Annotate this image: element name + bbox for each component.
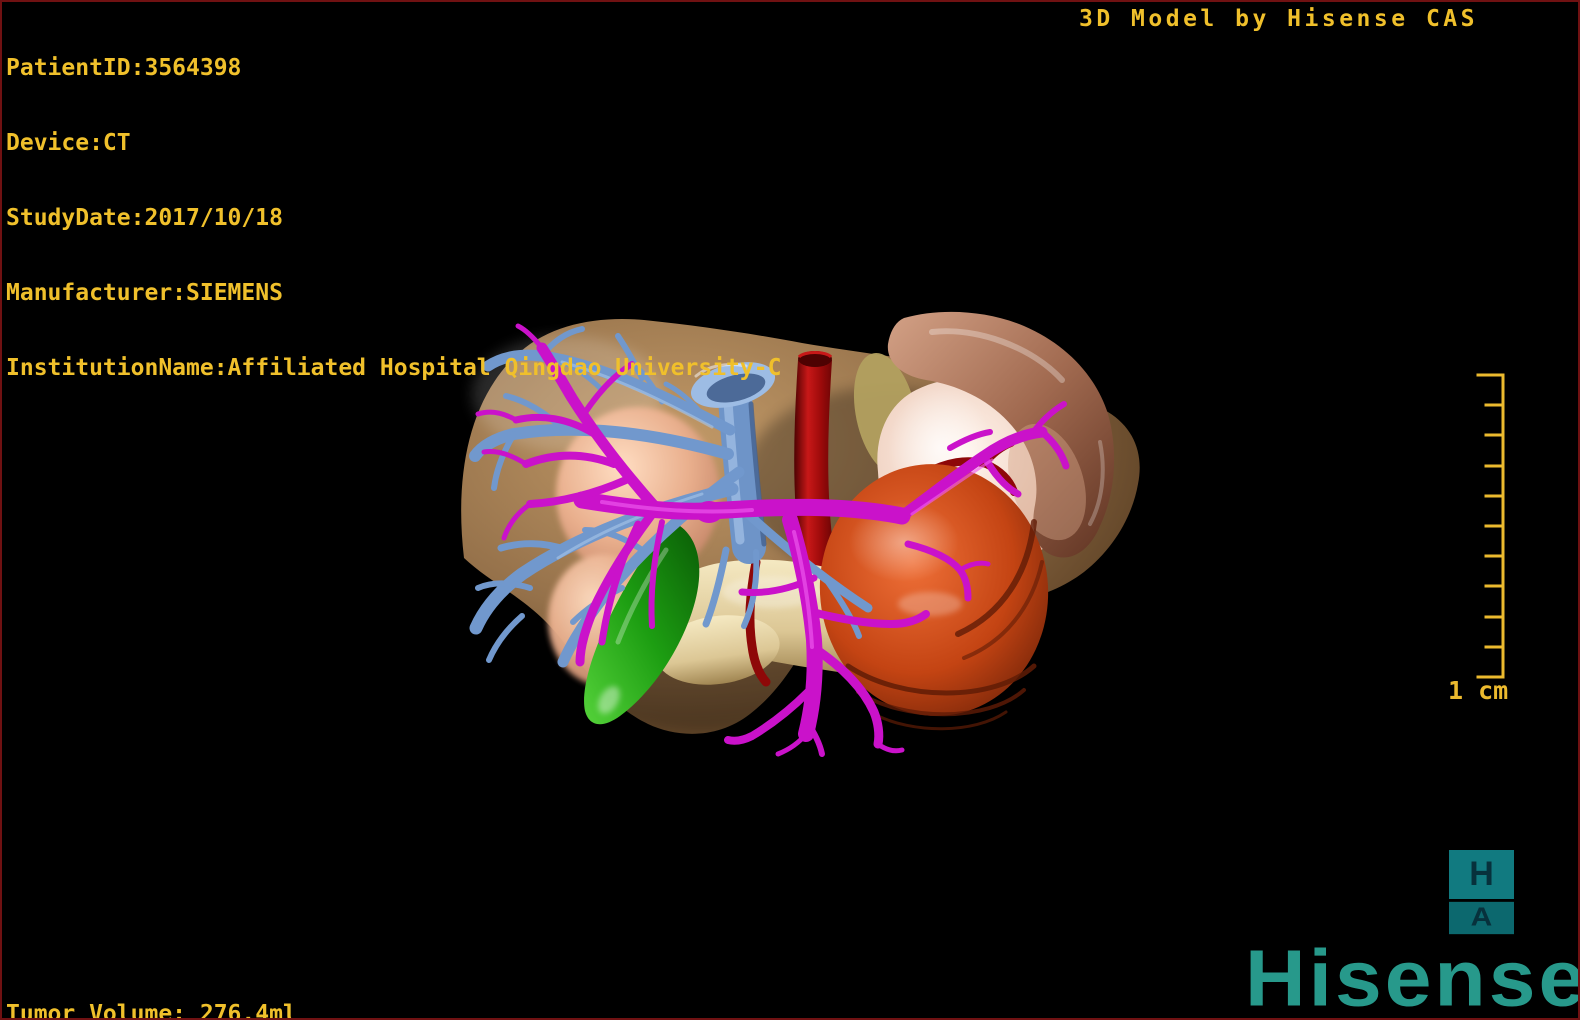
patient-id-line: PatientID:3564398 [6,55,242,81]
hisense-logo: Hisense [1245,933,1580,1020]
scale-bar-label: 1 cm [1448,676,1508,705]
device-line: Device:CT [6,130,131,156]
volume-info-block: Tumor Volume: 276.4ml Liver Volume: 897.… [6,952,297,1020]
manufacturer-line: Manufacturer:SIEMENS [6,280,283,306]
smv-branch [875,741,905,754]
watermark-text: 3D Model by Hisense CAS [1079,6,1478,32]
smv-branch [775,731,809,757]
hepatic-vein-branch [486,613,525,663]
scale-bar [1476,373,1505,679]
tumor-volume-line: Tumor Volume: 276.4ml [6,1001,297,1020]
study-date-line: StudyDate:2017/10/18 [6,205,283,231]
patient-info-block: PatientID:3564398 Device:CT StudyDate:20… [6,6,781,431]
orientation-cube-head-face[interactable]: H [1449,850,1514,899]
viewer-window: 1 cm PatientID:3564398 Device:CT StudyDa… [0,0,1580,1020]
orientation-letter-anterior: A [1470,903,1493,932]
tumor-highlight [898,592,962,616]
orientation-letter-head: H [1469,855,1494,893]
institution-name-line: InstitutionName:Affiliated Hospital Qing… [6,355,782,381]
orientation-cube-anterior-face[interactable]: A [1449,901,1514,935]
